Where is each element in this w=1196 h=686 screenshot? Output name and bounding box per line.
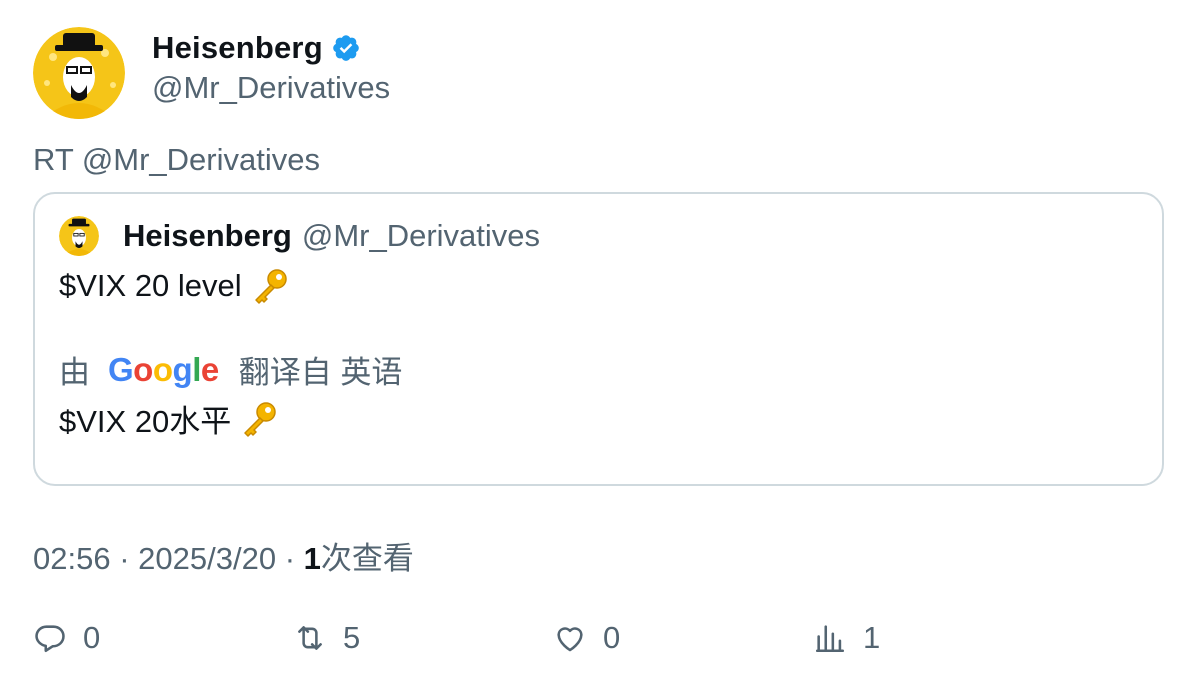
tweet-header: Heisenberg @Mr_Derivatives (33, 26, 390, 120)
display-name[interactable]: Heisenberg (152, 30, 323, 66)
quoted-avatar-image (59, 216, 99, 256)
verified-badge-icon[interactable] (331, 33, 361, 63)
quoted-tweet-text-row: $VIX 20 level (59, 266, 290, 306)
quoted-tweet-card[interactable]: Heisenberg @Mr_Derivatives $VIX 20 level… (33, 192, 1164, 486)
reply-count: 0 (83, 620, 101, 655)
retweet-count: 5 (343, 620, 361, 655)
views-label: 次查看 (320, 541, 414, 576)
quoted-avatar (59, 216, 99, 256)
action-bar: 0 5 0 1 (33, 620, 1164, 664)
reply-button[interactable]: 0 (33, 620, 100, 656)
like-button[interactable]: 0 (553, 620, 620, 656)
retweet-button[interactable]: 5 (293, 620, 360, 656)
avatar-image (33, 27, 125, 119)
key-icon (254, 269, 287, 304)
retweet-icon (298, 626, 322, 650)
views-action-count: 1 (863, 620, 881, 655)
meta-separator: · (284, 541, 296, 576)
views-count: 1 (303, 541, 321, 576)
quoted-handle: @Mr_Derivatives (301, 218, 541, 253)
quoted-display-name: Heisenberg (123, 218, 292, 253)
author-handle[interactable]: @Mr_Derivatives (152, 70, 390, 106)
key-icon (244, 401, 277, 437)
translated-text: $VIX 20水平 (59, 404, 232, 439)
views-button[interactable]: 1 (813, 620, 880, 656)
author-block: Heisenberg @Mr_Derivatives (152, 30, 390, 106)
heart-icon (557, 627, 583, 652)
translation-attribution: 由 Google 翻译自 英语 (59, 347, 402, 392)
reply-icon (35, 625, 65, 653)
translated-text-row: $VIX 20水平 (59, 396, 279, 441)
translation-prefix: 由 (59, 355, 90, 390)
tweet-date[interactable]: 2025/3/20 (138, 541, 276, 576)
google-logo: Google (108, 350, 219, 388)
tweet-time[interactable]: 02:56 (33, 541, 111, 576)
quoted-tweet-header: Heisenberg @Mr_Derivatives (59, 216, 540, 256)
like-count: 0 (603, 620, 621, 655)
analytics-icon (815, 625, 845, 653)
tweet-meta: 02:56 · 2025/3/20 · 1次查看 (33, 533, 414, 578)
translation-suffix: 翻译自 英语 (238, 355, 403, 390)
avatar[interactable] (33, 27, 125, 119)
meta-separator: · (119, 541, 130, 576)
name-row: Heisenberg (152, 30, 390, 66)
retweet-text: RT @Mr_Derivatives (33, 142, 320, 177)
quoted-tweet-text: $VIX 20 level (59, 268, 242, 303)
